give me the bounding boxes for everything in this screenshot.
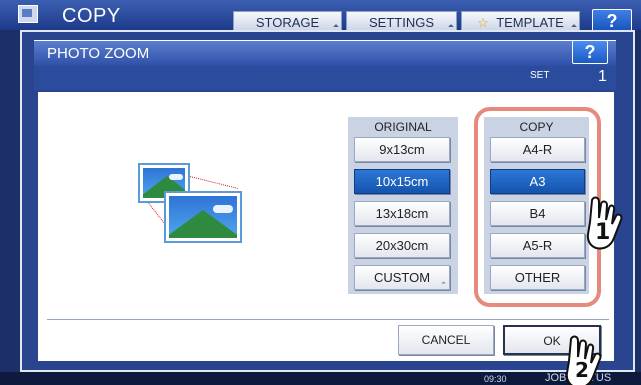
dialog-help-button[interactable]: ? [572, 40, 608, 64]
copy-option-b4[interactable]: B4 [490, 201, 585, 226]
copy-option-a5r[interactable]: A5-R [490, 233, 585, 258]
star-icon: ☆ [477, 15, 489, 30]
set-label: SET [530, 70, 550, 81]
dialog-title: PHOTO ZOOM [47, 45, 150, 62]
original-option-13x18[interactable]: 13x18cm [354, 201, 450, 226]
original-header: ORIGINAL [374, 120, 432, 134]
settings-label: SETTINGS [368, 15, 434, 30]
arrow-icon [571, 24, 577, 30]
storage-label: STORAGE [255, 15, 320, 30]
large-photo-icon [164, 191, 242, 243]
app-title: COPY [62, 5, 121, 27]
clock-time: 09:30 [484, 374, 507, 384]
dialog-header: PHOTO ZOOM [34, 40, 616, 66]
step-1-badge: 1 [595, 220, 611, 245]
original-option-custom[interactable]: CUSTOM [354, 265, 450, 290]
copy-option-a4r[interactable]: A4-R [490, 137, 585, 162]
copy-option-other[interactable]: OTHER [490, 265, 585, 290]
original-option-10x15[interactable]: 10x15cm [354, 169, 450, 194]
copy-app-icon [18, 5, 38, 23]
dialog-divider [47, 319, 609, 320]
copy-option-a3[interactable]: A3 [490, 169, 585, 194]
top-bar: COPY STORAGE SETTINGS ☆ TEMPLATE ? [0, 0, 641, 33]
template-label: TEMPLATE [496, 15, 564, 30]
copy-header: COPY [519, 120, 554, 134]
set-count: 1 [598, 68, 607, 85]
arrow-icon [448, 24, 454, 30]
custom-label: CUSTOM [373, 270, 431, 285]
copy-screen: COPY STORAGE SETTINGS ☆ TEMPLATE ? PHOTO… [0, 0, 641, 385]
cancel-button[interactable]: CANCEL [398, 325, 494, 355]
arrow-icon [333, 24, 339, 30]
dialog-subheader [34, 66, 616, 90]
step-2-badge: 2 [575, 358, 589, 382]
arrow-icon [441, 281, 446, 286]
original-option-9x13[interactable]: 9x13cm [354, 137, 450, 162]
original-option-20x30[interactable]: 20x30cm [354, 233, 450, 258]
